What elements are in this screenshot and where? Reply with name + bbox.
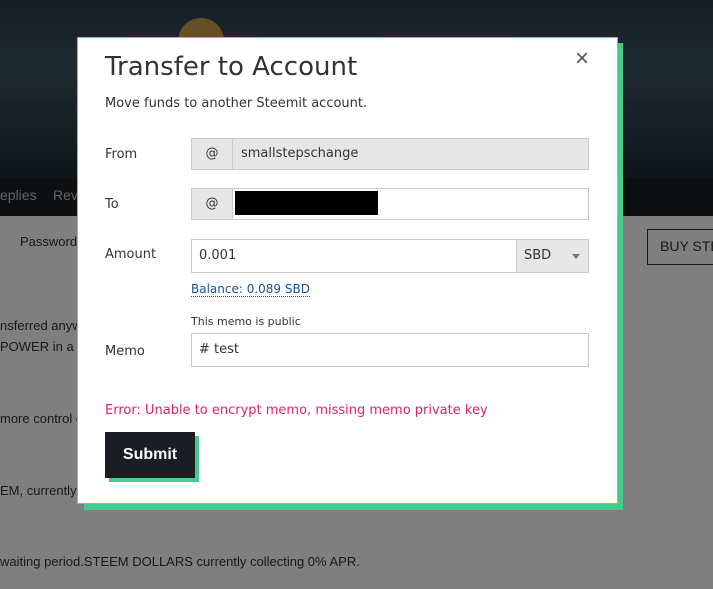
chevron-down-icon bbox=[572, 254, 580, 259]
from-field: @ smallstepschange bbox=[191, 138, 589, 170]
at-prefix: @ bbox=[192, 189, 233, 219]
memo-input[interactable]: # test bbox=[191, 333, 589, 367]
redacted-recipient bbox=[235, 191, 378, 215]
asset-selected: SBD bbox=[524, 248, 552, 263]
transfer-dialog: × Transfer to Account Move funds to anot… bbox=[77, 37, 618, 504]
memo-hint: This memo is public bbox=[191, 315, 301, 328]
to-label: To bbox=[105, 197, 119, 212]
error-message: Error: Unable to encrypt memo, missing m… bbox=[105, 403, 488, 418]
dialog-subtitle: Move funds to another Steemit account. bbox=[105, 96, 368, 111]
balance-link[interactable]: Balance: 0.089 SBD bbox=[191, 282, 310, 297]
at-prefix: @ bbox=[192, 139, 233, 169]
submit-button[interactable]: Submit bbox=[105, 432, 195, 478]
amount-label: Amount bbox=[105, 247, 157, 262]
from-label: From bbox=[105, 147, 138, 162]
asset-select[interactable]: SBD bbox=[516, 239, 589, 273]
from-value: smallstepschange bbox=[241, 146, 359, 161]
to-field[interactable]: @ bbox=[191, 188, 589, 220]
memo-label: Memo bbox=[105, 344, 145, 359]
close-icon[interactable]: × bbox=[571, 46, 593, 72]
amount-input[interactable]: 0.001 bbox=[191, 239, 517, 273]
dialog-title: Transfer to Account bbox=[105, 52, 358, 82]
